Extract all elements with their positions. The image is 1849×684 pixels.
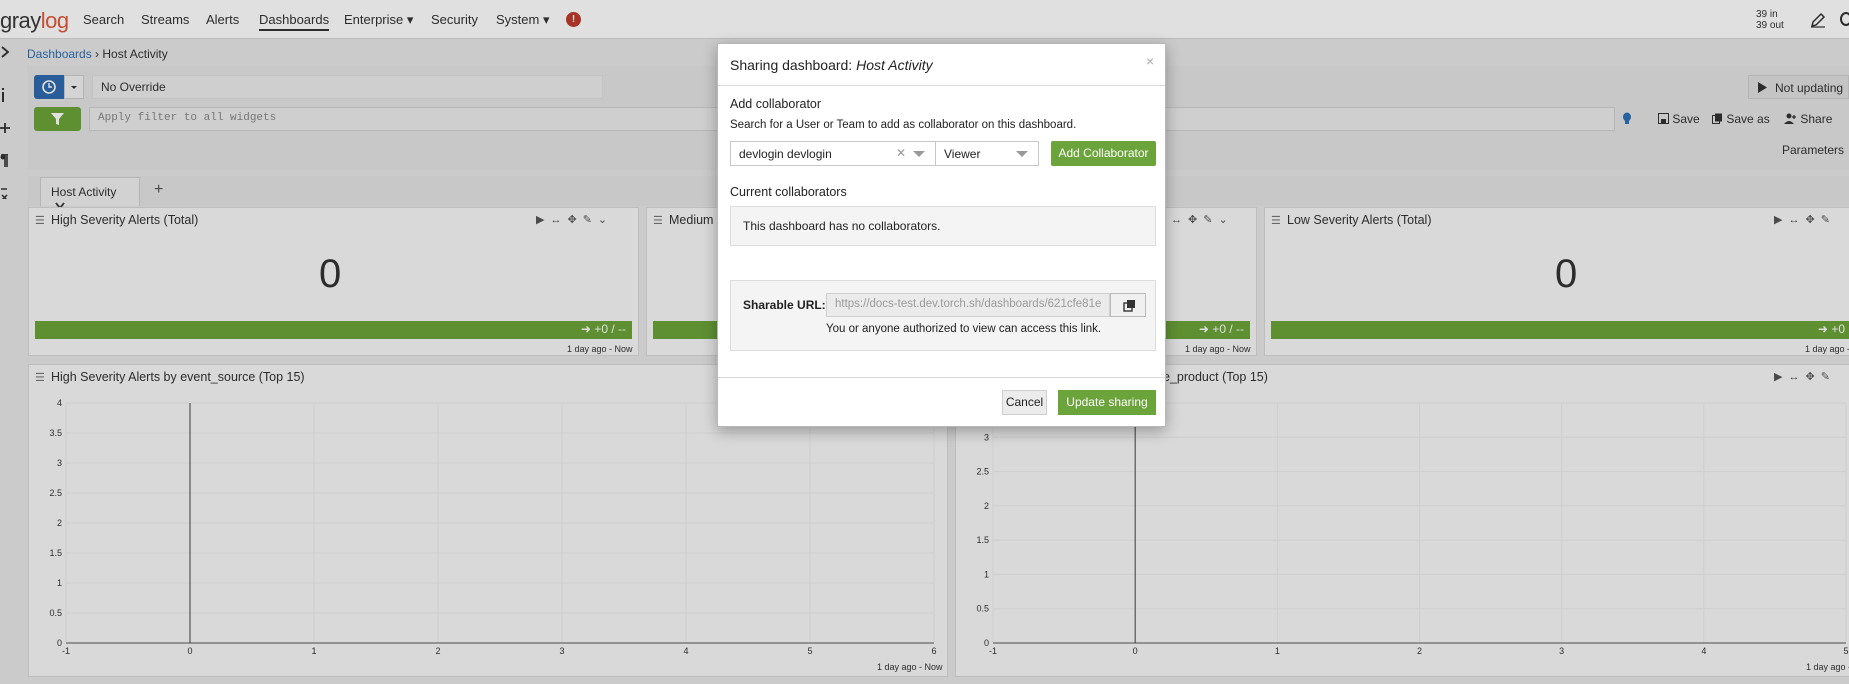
clear-selection-icon[interactable]: ✕ <box>896 146 906 160</box>
copy-icon <box>1123 300 1135 312</box>
modal-title: Sharing dashboard: Host Activity <box>730 57 933 73</box>
dropdown-arrow-icon[interactable] <box>913 151 925 157</box>
modal-header: Sharing dashboard: Host Activity × <box>718 44 1165 86</box>
cancel-button[interactable]: Cancel <box>1002 390 1047 415</box>
current-collaborators-heading: Current collaborators <box>730 185 847 199</box>
sharable-url-label: Sharable URL: <box>743 298 826 312</box>
add-collaborator-heading: Add collaborator <box>730 97 822 111</box>
modal-footer-divider <box>718 377 1165 378</box>
sharable-url-panel: Sharable URL: https://docs-test.dev.torc… <box>730 280 1156 351</box>
add-collaborator-help: Search for a User or Team to add as coll… <box>730 119 1077 131</box>
sharing-modal: Sharing dashboard: Host Activity × Add c… <box>717 43 1166 427</box>
update-sharing-button[interactable]: Update sharing <box>1058 390 1156 415</box>
sharable-url-help: You or anyone authorized to view can acc… <box>826 323 1102 335</box>
no-collaborators-message: This dashboard has no collaborators. <box>730 206 1156 246</box>
copy-url-button[interactable] <box>1110 293 1146 317</box>
modal-title-prefix: Sharing dashboard: <box>730 57 857 73</box>
add-collaborator-button[interactable]: Add Collaborator <box>1051 141 1156 166</box>
selected-collaborator: devlogin devlogin <box>739 147 832 161</box>
close-icon[interactable]: × <box>1146 53 1154 69</box>
role-select[interactable]: Viewer <box>935 141 1039 166</box>
collaborator-search-select[interactable]: devlogin devlogin ✕ <box>730 141 936 166</box>
selected-role: Viewer <box>944 147 981 161</box>
dropdown-arrow-icon <box>1016 151 1028 157</box>
sharable-url-input[interactable]: https://docs-test.dev.torch.sh/dashboard… <box>826 293 1110 317</box>
modal-title-name: Host Activity <box>856 57 933 73</box>
